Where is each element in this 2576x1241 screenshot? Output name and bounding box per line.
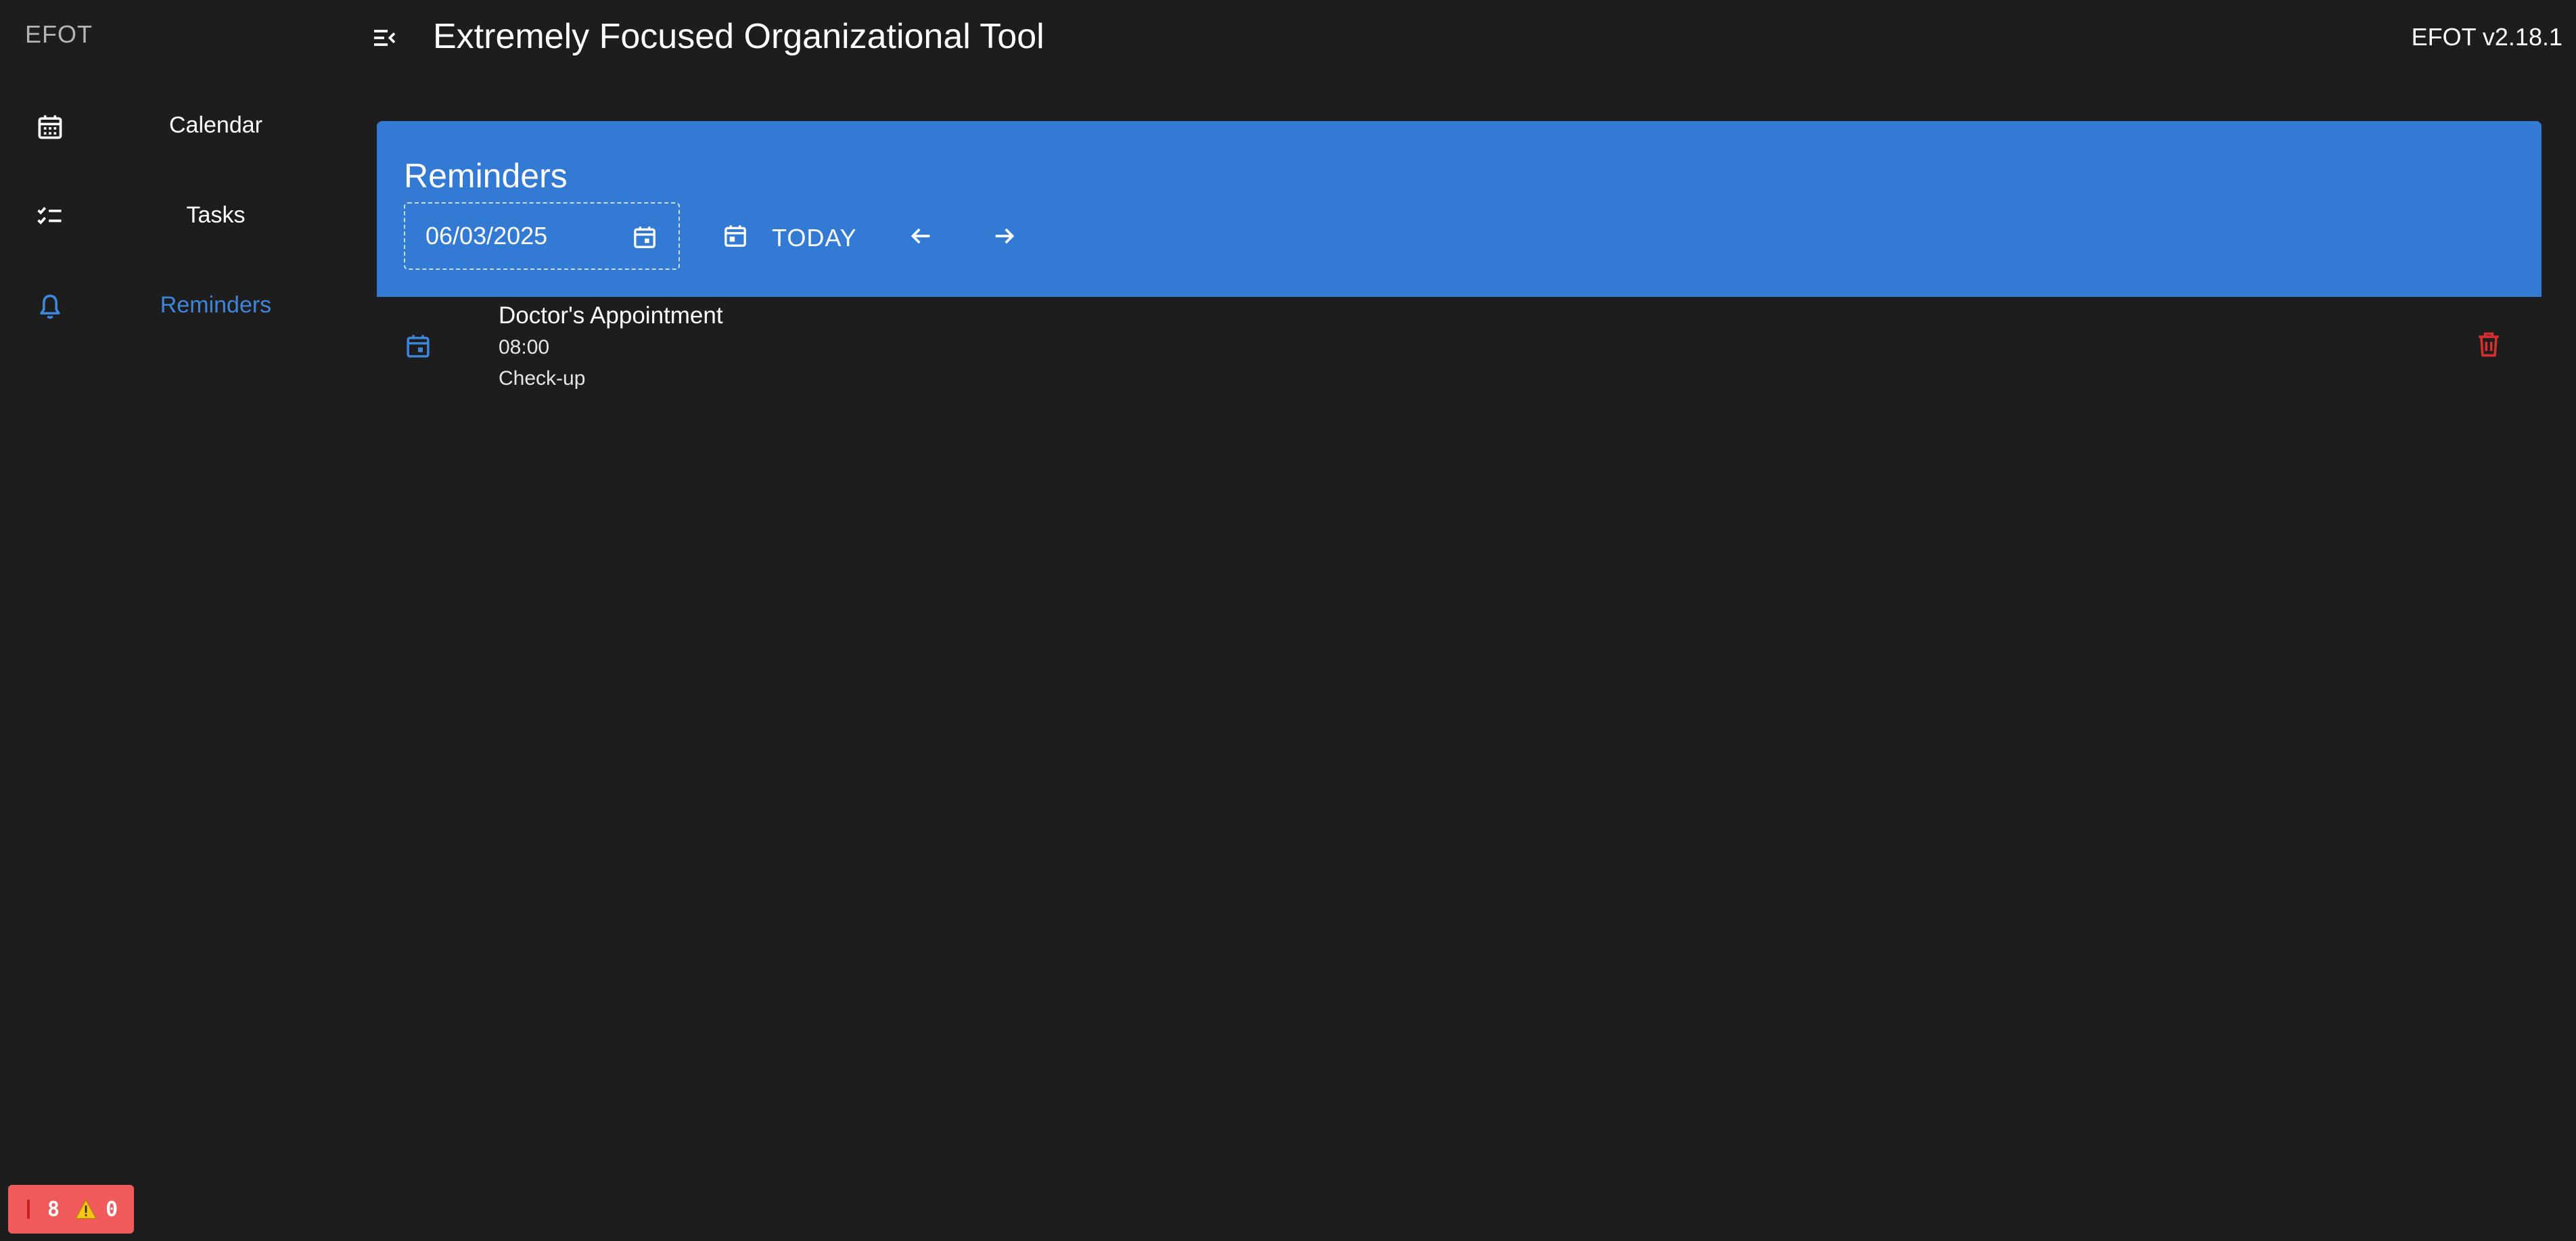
- calendar-event-icon[interactable]: [631, 224, 658, 251]
- error-status-badge[interactable]: 8 0: [8, 1185, 134, 1234]
- arrow-left-icon: [911, 228, 930, 244]
- checklist-icon: [37, 207, 62, 225]
- calendar-today-icon: [724, 225, 746, 247]
- reminders-header: Reminders TODAY: [377, 121, 2542, 297]
- version-label: EFOT v2.18.1: [2411, 23, 2562, 51]
- error-count: 8: [47, 1197, 60, 1221]
- reminder-title: Doctor's Appointment: [499, 302, 723, 329]
- date-input[interactable]: [426, 204, 628, 268]
- arrow-right-icon: [995, 228, 1015, 244]
- page-title: Reminders: [404, 157, 568, 195]
- app-title: Extremely Focused Organizational Tool: [433, 17, 1044, 56]
- sidebar-item-tasks[interactable]: Tasks: [0, 177, 364, 258]
- calendar-icon: [38, 115, 62, 139]
- reminder-description: Check-up: [499, 367, 586, 390]
- warning-count: 0: [106, 1197, 118, 1221]
- next-day-button[interactable]: [976, 208, 1033, 264]
- previous-day-button[interactable]: [892, 208, 949, 264]
- calendar-event-icon: [407, 335, 430, 358]
- sidebar-item-label: Reminders: [160, 292, 272, 318]
- today-label: TODAY: [772, 224, 857, 252]
- sidebar-item-label: Tasks: [186, 202, 246, 228]
- trash-icon[interactable]: [2474, 329, 2504, 359]
- sidebar: EFOT Calendar Tasks Reminders: [0, 0, 364, 1241]
- today-button[interactable]: TODAY: [715, 202, 871, 270]
- sidebar-item-calendar[interactable]: Calendar: [0, 87, 364, 168]
- list-item[interactable]: Doctor's Appointment 08:00 Check-up: [377, 297, 2542, 398]
- date-picker-field[interactable]: [404, 202, 680, 270]
- reminder-time: 08:00: [499, 336, 550, 358]
- error-icon: [27, 1200, 30, 1219]
- warning-icon: [74, 1199, 97, 1219]
- sidebar-item-label: Calendar: [169, 112, 262, 138]
- menu-collapse-icon[interactable]: [371, 24, 398, 51]
- sidebar-item-reminders[interactable]: Reminders: [0, 266, 364, 348]
- bell-icon: [40, 294, 60, 319]
- brand-logo: EFOT: [25, 20, 93, 48]
